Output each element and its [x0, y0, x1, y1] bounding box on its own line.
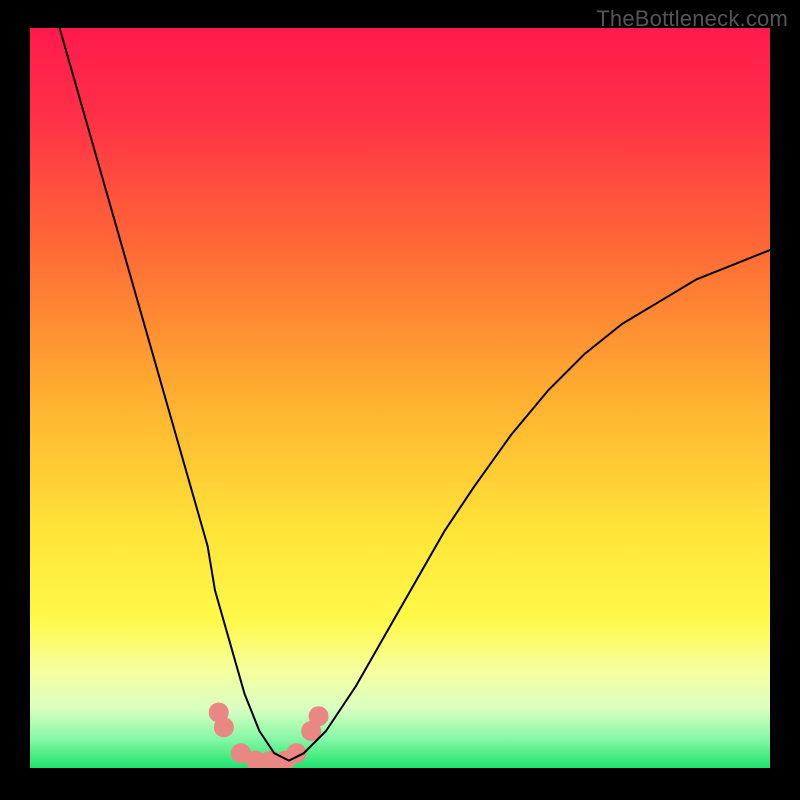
marker-dot — [214, 717, 234, 737]
gradient-background — [30, 28, 770, 768]
plot-area — [30, 28, 770, 768]
chart-svg — [30, 28, 770, 768]
marker-dot — [309, 706, 329, 726]
chart-frame: TheBottleneck.com — [0, 0, 800, 800]
